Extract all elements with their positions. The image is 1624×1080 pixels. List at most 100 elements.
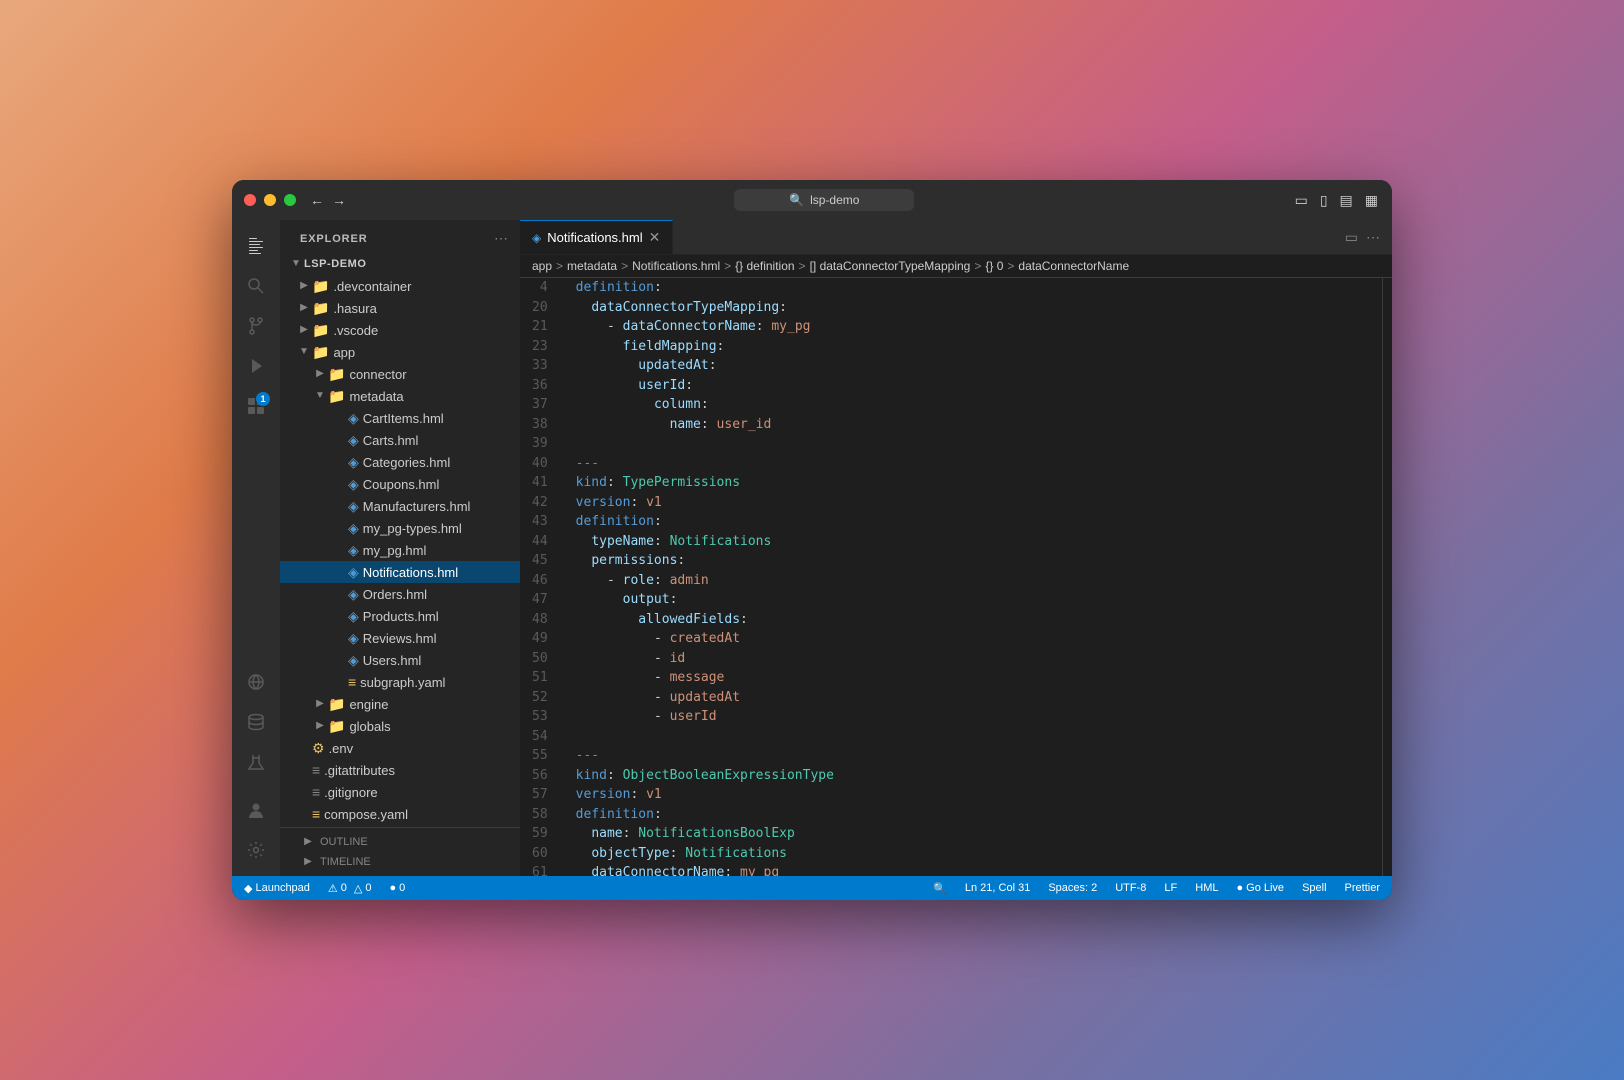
activity-search[interactable]	[238, 268, 274, 304]
line-col-text: Ln 21, Col 31	[965, 882, 1030, 894]
sidebar-tree: ▼ LSP-DEMO ▶ 📁 .devcontainer ▶ 📁 .hasura	[280, 253, 520, 827]
sidebar-item-manufacturers[interactable]: ▶ ◈ Manufacturers.hml	[280, 495, 520, 517]
code-line: - dataConnectorName: my_pg	[576, 317, 1370, 337]
code-line: - userId	[576, 707, 1370, 727]
sidebar-item-subgraph-yaml[interactable]: ▶ ≡ subgraph.yaml	[280, 671, 520, 693]
sidebar-item-reviews[interactable]: ▶ ◈ Reviews.hml	[280, 627, 520, 649]
project-name: LSP-DEMO	[304, 258, 366, 270]
breadcrumb-definition[interactable]: {} definition	[735, 259, 794, 273]
activity-run[interactable]	[238, 348, 274, 384]
code-line: column:	[576, 395, 1370, 415]
outline-section[interactable]: ▶ OUTLINE	[280, 832, 520, 852]
code-editor[interactable]: 4 20 21 23 33 36 37 38 39 40 41 42	[520, 278, 1382, 876]
sidebar-bottom: ▶ OUTLINE ▶ TIMELINE	[280, 827, 520, 876]
maximize-button[interactable]	[284, 194, 296, 206]
status-right: 🔍 Ln 21, Col 31 Spaces: 2 UTF-8 LF HML ●…	[929, 882, 1384, 895]
status-spaces[interactable]: Spaces: 2	[1044, 882, 1101, 894]
sidebar-item-mypg[interactable]: ▶ ◈ my_pg.hml	[280, 539, 520, 561]
engine-label: engine	[349, 697, 388, 712]
layout-icon-2[interactable]: ▯	[1318, 190, 1330, 211]
sidebar-item-vscode[interactable]: ▶ 📁 .vscode	[280, 319, 520, 341]
activity-settings[interactable]	[238, 832, 274, 868]
status-language[interactable]: HML	[1191, 882, 1222, 894]
sidebar-item-users[interactable]: ▶ ◈ Users.hml	[280, 649, 520, 671]
devcontainer-label: .devcontainer	[333, 279, 411, 294]
status-zoom-icon[interactable]: 🔍	[929, 882, 951, 895]
sidebar-item-orders[interactable]: ▶ ◈ Orders.hml	[280, 583, 520, 605]
sidebar-item-connector[interactable]: ▶ 📁 connector	[280, 363, 520, 385]
layout-icon-3[interactable]: ▤	[1338, 190, 1355, 211]
activity-testing[interactable]	[238, 744, 274, 780]
status-info[interactable]: ● 0	[386, 882, 410, 894]
minimize-button[interactable]	[264, 194, 276, 206]
launchpad-label: Launchpad	[255, 882, 309, 894]
back-arrow-icon[interactable]: ←	[308, 190, 326, 210]
sidebar-item-products[interactable]: ▶ ◈ Products.hml	[280, 605, 520, 627]
code-line: - updatedAt	[576, 688, 1370, 708]
sidebar-item-app[interactable]: ▼ 📁 app	[280, 341, 520, 363]
sidebar-item-globals[interactable]: ▶ 📁 globals	[280, 715, 520, 737]
close-button[interactable]	[244, 194, 256, 206]
code-line: fieldMapping:	[576, 337, 1370, 357]
activity-explorer[interactable]	[238, 228, 274, 264]
layout-icon-4[interactable]: ▦	[1363, 190, 1380, 211]
launchpad-icon: ◆	[244, 882, 252, 895]
activity-remote[interactable]	[238, 664, 274, 700]
hml-file-icon: ◈	[348, 498, 359, 515]
status-eol[interactable]: LF	[1160, 882, 1181, 894]
status-spell[interactable]: Spell	[1298, 882, 1330, 894]
go-live-text: Go Live	[1246, 882, 1284, 894]
breadcrumb-dcname[interactable]: dataConnectorName	[1018, 259, 1129, 273]
activity-account[interactable]	[238, 792, 274, 828]
titlebar: ← → 🔍 lsp-demo ▭ ▯ ▤ ▦	[232, 180, 1392, 220]
status-errors-warnings[interactable]: ⚠ 0 △ 0	[324, 882, 376, 895]
sidebar-item-gitignore[interactable]: ▶ ≡ .gitignore	[280, 781, 520, 803]
sidebar-item-notifications[interactable]: ▶ ◈ Notifications.hml	[280, 561, 520, 583]
status-prettier[interactable]: Prettier	[1341, 882, 1384, 894]
chevron-right-icon: ▶	[296, 278, 312, 294]
search-bar[interactable]: 🔍 lsp-demo	[734, 189, 914, 211]
sidebar-item-hasura[interactable]: ▶ 📁 .hasura	[280, 297, 520, 319]
folder-icon-globals: 📁	[328, 718, 345, 735]
subgraph-yaml-label: subgraph.yaml	[360, 675, 445, 690]
status-line-col[interactable]: Ln 21, Col 31	[961, 882, 1034, 894]
sidebar-item-devcontainer[interactable]: ▶ 📁 .devcontainer	[280, 275, 520, 297]
sidebar-item-gitattributes[interactable]: ▶ ≡ .gitattributes	[280, 759, 520, 781]
more-actions-icon[interactable]: ⋯	[1366, 229, 1380, 246]
sidebar-item-compose-yaml[interactable]: ▶ ≡ compose.yaml	[280, 803, 520, 825]
timeline-section[interactable]: ▶ TIMELINE	[280, 852, 520, 872]
layout-icon-1[interactable]: ▭	[1293, 190, 1310, 211]
sidebar-item-project-root[interactable]: ▼ LSP-DEMO	[280, 253, 520, 275]
status-go-live[interactable]: ● Go Live	[1232, 882, 1288, 894]
forward-arrow-icon[interactable]: →	[330, 190, 348, 210]
breadcrumb-metadata[interactable]: metadata	[567, 259, 617, 273]
sidebar-item-cartitems[interactable]: ▶ ◈ CartItems.hml	[280, 407, 520, 429]
breadcrumb-file[interactable]: Notifications.hml	[632, 259, 720, 273]
yaml-file-icon: ≡	[312, 806, 320, 822]
sidebar-item-engine[interactable]: ▶ 📁 engine	[280, 693, 520, 715]
sidebar-item-env[interactable]: ▶ ⚙ .env	[280, 737, 520, 759]
activity-source-control[interactable]	[238, 308, 274, 344]
tab-close-icon[interactable]: ✕	[649, 229, 661, 246]
sidebar-more-icon[interactable]: ⋯	[494, 230, 508, 247]
sidebar-item-coupons[interactable]: ▶ ◈ Coupons.hml	[280, 473, 520, 495]
breadcrumb-dctype[interactable]: [] dataConnectorTypeMapping	[810, 259, 971, 273]
breadcrumb-0[interactable]: {} 0	[985, 259, 1003, 273]
products-label: Products.hml	[363, 609, 439, 624]
status-launchpad[interactable]: ◆ Launchpad	[240, 882, 314, 895]
editor-area: ◈ Notifications.hml ✕ ▭ ⋯ app > metadata…	[520, 220, 1392, 876]
split-editor-icon[interactable]: ▭	[1345, 229, 1358, 246]
tab-notifications-hml[interactable]: ◈ Notifications.hml ✕	[520, 220, 673, 254]
breadcrumb-sep-3: >	[724, 259, 731, 273]
orders-label: Orders.hml	[363, 587, 427, 602]
sidebar-item-mypg-types[interactable]: ▶ ◈ my_pg-types.hml	[280, 517, 520, 539]
status-encoding[interactable]: UTF-8	[1111, 882, 1150, 894]
breadcrumb-app[interactable]: app	[532, 259, 552, 273]
traffic-lights	[244, 194, 296, 206]
sidebar-item-metadata[interactable]: ▼ 📁 metadata	[280, 385, 520, 407]
activity-db[interactable]	[238, 704, 274, 740]
env-file-icon: ⚙	[312, 740, 325, 757]
activity-extensions[interactable]	[238, 388, 274, 424]
sidebar-item-carts[interactable]: ▶ ◈ Carts.hml	[280, 429, 520, 451]
sidebar-item-categories[interactable]: ▶ ◈ Categories.hml	[280, 451, 520, 473]
